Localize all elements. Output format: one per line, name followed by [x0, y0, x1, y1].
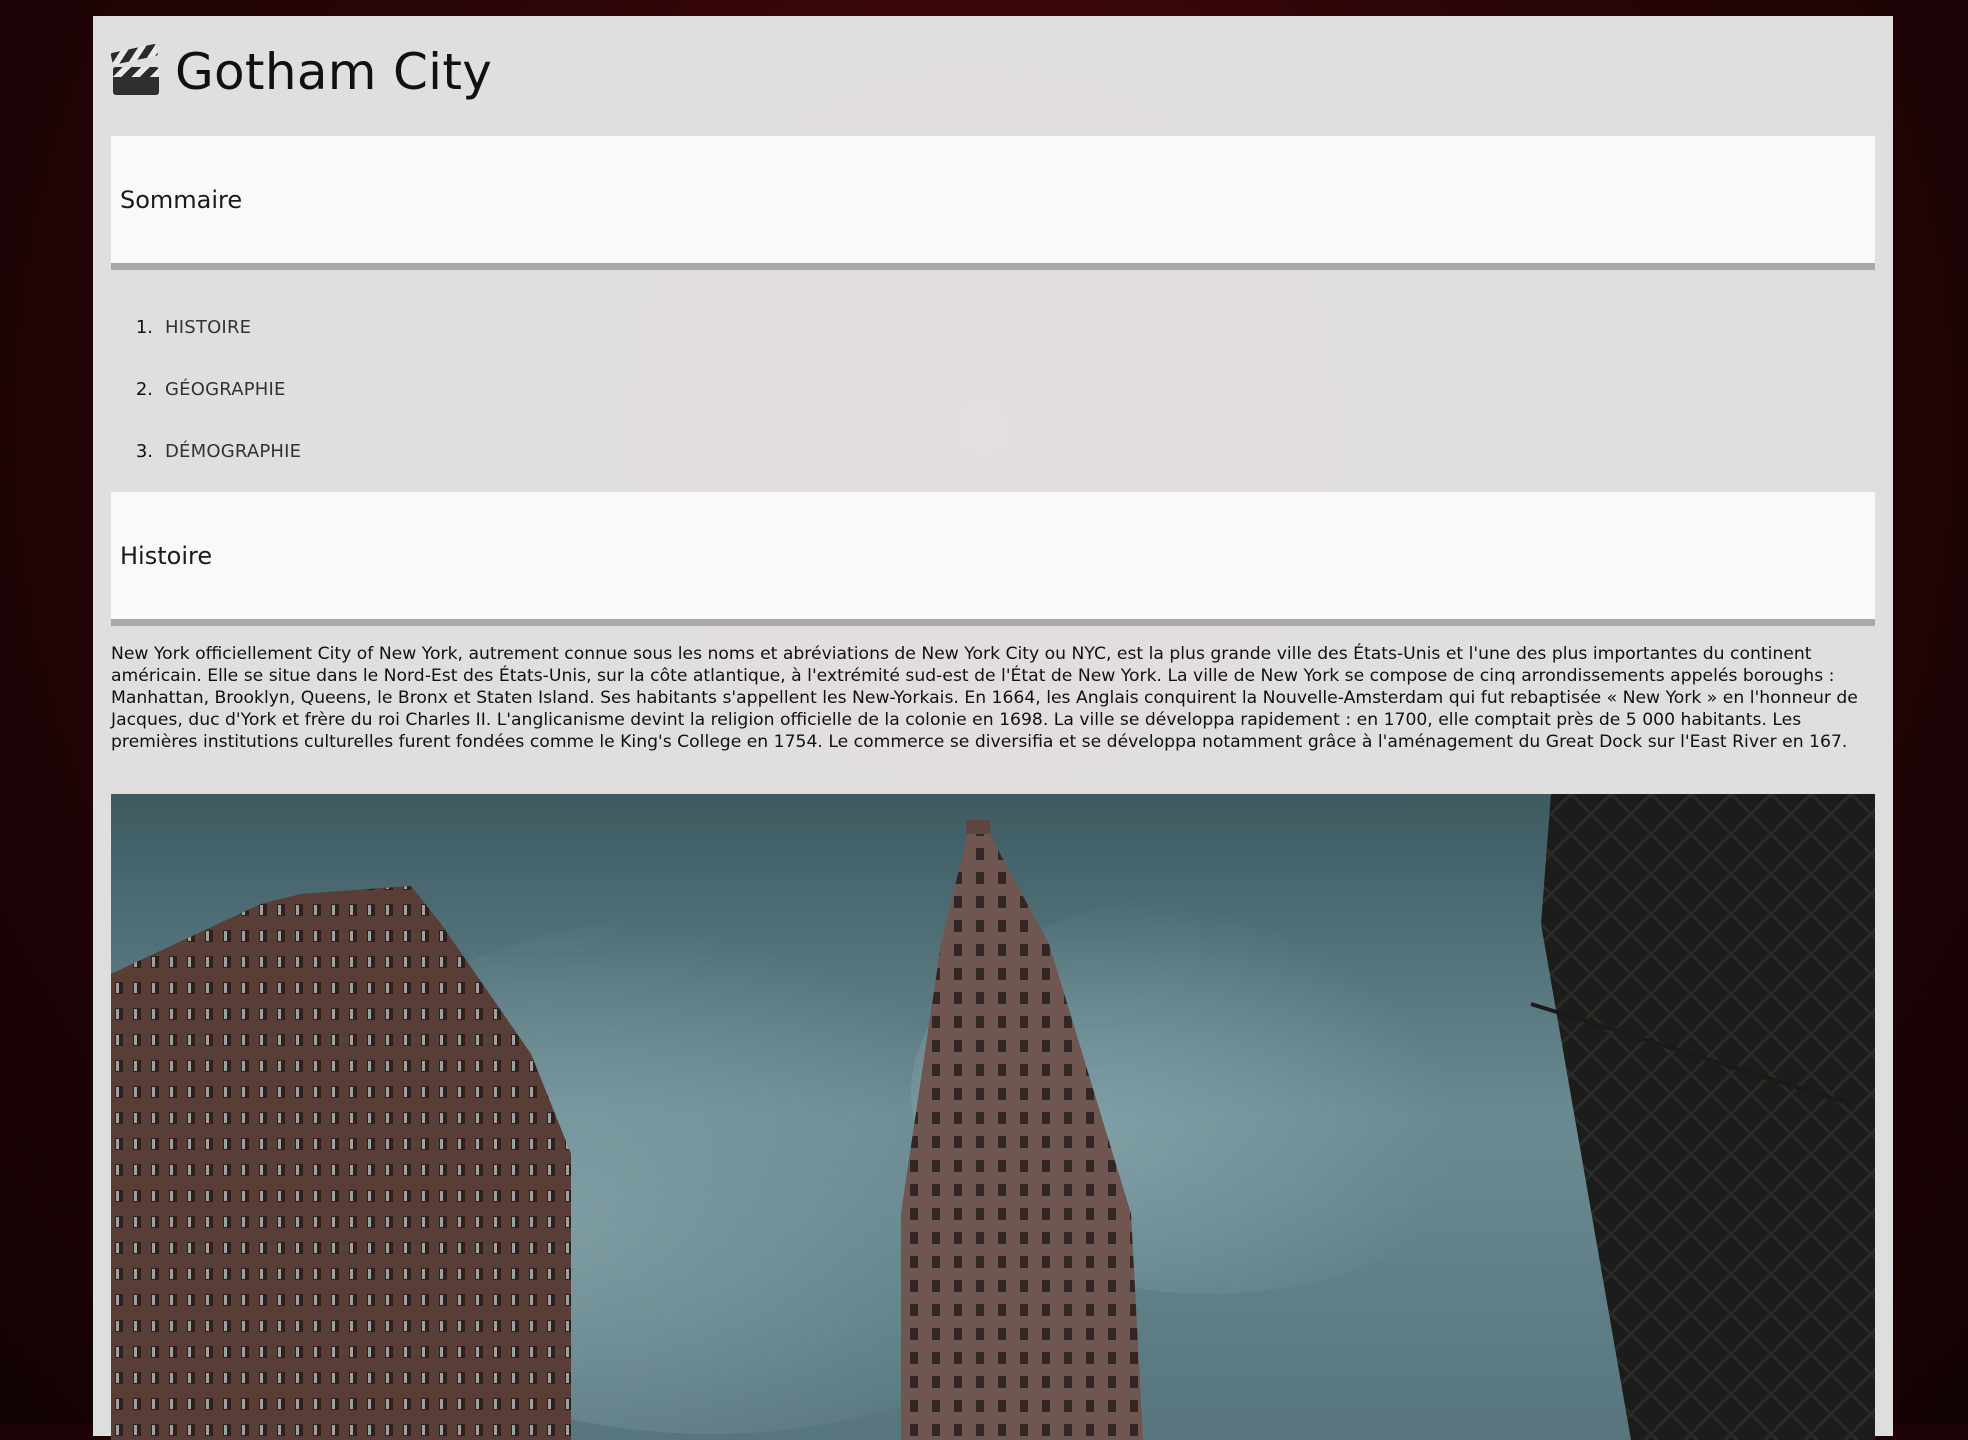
toc-item-number: 3. [135, 440, 153, 462]
history-paragraph: New York officiellement City of New York… [111, 644, 1858, 752]
toc-item: 2. GÉOGRAPHIE [111, 358, 301, 420]
toc-link-demographie[interactable]: DÉMOGRAPHIE [165, 441, 301, 462]
toc-item: 1. HISTOIRE [111, 296, 301, 358]
history-heading: Histoire [120, 541, 213, 570]
toc-link-geographie[interactable]: GÉOGRAPHIE [165, 379, 286, 400]
clapperboard-icon [110, 43, 161, 97]
toc-link-histoire[interactable]: HISTOIRE [165, 317, 251, 338]
toc-heading: Sommaire [120, 185, 243, 214]
toc-item: 3. DÉMOGRAPHIE [111, 420, 301, 482]
toc-item-number: 1. [135, 316, 153, 338]
page-container: Gotham City Sommaire 1. HISTOIRE 2. GÉOG… [93, 16, 1893, 1440]
city-photo [111, 794, 1875, 1440]
page-header: Gotham City [110, 36, 493, 108]
history-header: Histoire [111, 492, 1875, 626]
toc-header: Sommaire [111, 136, 1875, 270]
page-title: Gotham City [175, 43, 493, 101]
toc-item-number: 2. [135, 378, 153, 400]
table-of-contents: 1. HISTOIRE 2. GÉOGRAPHIE 3. DÉMOGRAPHIE [111, 296, 301, 482]
